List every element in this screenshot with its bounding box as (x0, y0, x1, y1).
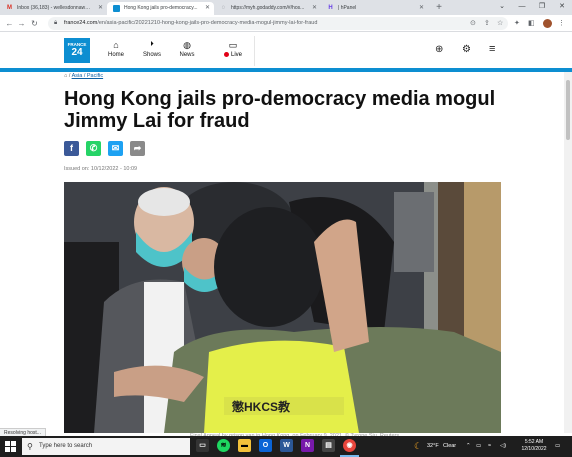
side-panel-icon[interactable]: ◧ (528, 15, 535, 32)
facebook-share-button[interactable]: f (64, 141, 79, 156)
nav-news[interactable]: ◍ News (172, 40, 202, 58)
nav-label: News (179, 52, 195, 58)
share-button[interactable]: ➦ (130, 141, 145, 156)
search-placeholder: Type here to search (39, 443, 93, 449)
facebook-icon: f (70, 143, 73, 153)
spotify-icon[interactable]: ≋ (217, 439, 230, 452)
menu-dots-icon[interactable]: ⋮ (558, 15, 565, 32)
tab-label: https://myh.godaddy.com/#/hos... (231, 5, 305, 11)
address-bar[interactable]: 🔒︎ france24.com/en/asia-pacific/20221210… (48, 17, 508, 30)
clock-date: 12/10/2022 (521, 446, 547, 452)
nav-live[interactable]: ▭ Live (218, 40, 248, 58)
lock-icon[interactable]: 🔒︎ (54, 17, 57, 30)
network-icon[interactable]: ▭ (476, 436, 481, 457)
minimize-icon[interactable]: — (512, 0, 532, 15)
nav-label: Shows (142, 52, 161, 58)
tab-label: Inbox (36,183) - wellesdonnaw@... (17, 5, 93, 11)
close-icon[interactable]: ✕ (98, 2, 103, 15)
weather-text[interactable]: Clear (443, 436, 456, 457)
globe-icon: ◍ (183, 40, 191, 50)
breadcrumb-section-link[interactable]: Asia / Pacific (72, 73, 103, 79)
bookmark-star-icon[interactable]: ☆ (497, 17, 503, 30)
task-view-icon[interactable]: ▭ (196, 439, 209, 452)
page-title: Hong Kong jails pro-democracy media mogu… (64, 88, 496, 132)
url-text: france24.com/en/asia-pacific/20221210-ho… (64, 20, 318, 26)
tab-label: | hPanel (338, 5, 357, 11)
new-tab-button[interactable]: + (432, 2, 446, 15)
nav-label: Live (230, 52, 242, 59)
reload-icon[interactable]: ↻ (29, 15, 40, 32)
onenote-icon[interactable]: N (301, 439, 314, 452)
nav-label: Home (107, 52, 124, 58)
nav-home[interactable]: ⌂ Home (101, 40, 131, 58)
word-icon[interactable]: W (280, 439, 293, 452)
tv-icon: ▭ (228, 40, 238, 50)
maximize-icon[interactable]: ❐ (532, 0, 552, 15)
whatsapp-icon: ✆ (89, 143, 98, 153)
scrollbar-thumb[interactable] (566, 80, 570, 140)
loading-icon: ◌ (221, 5, 226, 11)
gmail-icon: M (7, 5, 12, 11)
twitter-icon: ✉ (111, 143, 120, 153)
logo-number: 24 (71, 47, 83, 58)
live-dot-icon (223, 52, 229, 57)
outlook-icon[interactable]: O (259, 439, 272, 452)
header-divider (254, 36, 255, 66)
avatar[interactable] (543, 19, 552, 28)
twitter-share-button[interactable]: ✉ (108, 141, 123, 156)
hpanel-icon: H (328, 5, 333, 11)
close-window-icon[interactable]: ✕ (552, 0, 572, 15)
tab-search-icon[interactable]: ⌄ (492, 0, 512, 15)
extensions-icon[interactable]: ✦ (514, 15, 520, 32)
gear-icon[interactable]: ⚙ (462, 44, 471, 55)
browser-toolbar: ← → ↻ 🔒︎ france24.com/en/asia-pacific/20… (0, 15, 572, 32)
taskbar-clock[interactable]: 5:52 AM 12/10/2022 (519, 439, 549, 453)
weather-temp[interactable]: 32°F (427, 436, 439, 457)
language-globe-icon[interactable]: ⊕ (435, 44, 443, 55)
france24-icon (113, 5, 120, 12)
tab-godaddy[interactable]: ◌ https://myh.godaddy.com/#/hos... ✕ (214, 2, 321, 15)
close-icon[interactable]: ✕ (419, 2, 424, 15)
windows-start-icon[interactable] (5, 441, 16, 452)
weather-icon[interactable]: ☾ (414, 436, 422, 457)
site-header: FRANCE 24 ⌂ Home ⏵ Shows ◍ News ▭ Live ⊕… (0, 32, 572, 68)
clock-time: 5:52 AM (524, 439, 544, 445)
google-lens-icon[interactable]: ⊙ (470, 17, 476, 30)
tab-gmail[interactable]: M Inbox (36,183) - wellesdonnaw@... ✕ (0, 2, 107, 15)
tab-hpanel[interactable]: H | hPanel ✕ (321, 2, 428, 15)
windows-taskbar: ⚲ Type here to search ▭ ≋ ▬ O W N ▤ ◉ ☾ … (0, 436, 572, 457)
header-accent-bar (0, 68, 572, 72)
share-icon[interactable]: ⇪ (484, 17, 490, 30)
window-controls: ⌄ — ❐ ✕ (492, 0, 572, 15)
file-explorer-icon[interactable]: ▬ (238, 439, 251, 452)
chrome-icon[interactable]: ◉ (343, 439, 356, 452)
tab-label: Hong Kong jails pro-democracy... (124, 5, 198, 11)
hamburger-menu-icon[interactable]: ≡ (489, 44, 495, 55)
article-photo: 懲HKCS教 (64, 182, 501, 433)
notifications-icon[interactable]: ▭ (555, 436, 560, 457)
play-icon: ⏵ (150, 41, 154, 48)
article-photo-illustration: 懲HKCS教 (64, 182, 501, 433)
show-hidden-icons-icon[interactable]: ⌃ (466, 436, 471, 457)
home-icon: ⌂ (113, 40, 119, 50)
back-icon[interactable]: ← (4, 15, 15, 32)
whatsapp-share-button[interactable]: ✆ (86, 141, 101, 156)
forward-icon[interactable]: → (16, 15, 27, 32)
search-icon: ⚲ (27, 442, 33, 451)
tab-france24[interactable]: Hong Kong jails pro-democracy... ✕ (107, 2, 214, 15)
close-icon[interactable]: ✕ (312, 2, 317, 15)
taskbar-search-box[interactable]: ⚲ Type here to search (22, 438, 190, 455)
breadcrumb: ⌂ / Asia / Pacific (64, 73, 104, 79)
home-icon[interactable]: ⌂ (64, 73, 67, 79)
browser-tab-strip: M Inbox (36,183) - wellesdonnaw@... ✕ Ho… (0, 0, 572, 15)
nav-shows[interactable]: ⏵ Shows (137, 40, 167, 58)
issued-date: Issued on: 10/12/2022 - 10:09 (64, 166, 138, 172)
share-arrow-icon: ➦ (133, 143, 142, 153)
volume-icon[interactable]: ◁) (500, 436, 506, 457)
network-wifi-icon[interactable]: ≈ (488, 436, 491, 457)
france24-logo[interactable]: FRANCE 24 (64, 38, 90, 63)
vest-text: 懲HKCS教 (231, 399, 291, 414)
close-icon[interactable]: ✕ (205, 2, 210, 15)
app-icon[interactable]: ▤ (322, 439, 335, 452)
